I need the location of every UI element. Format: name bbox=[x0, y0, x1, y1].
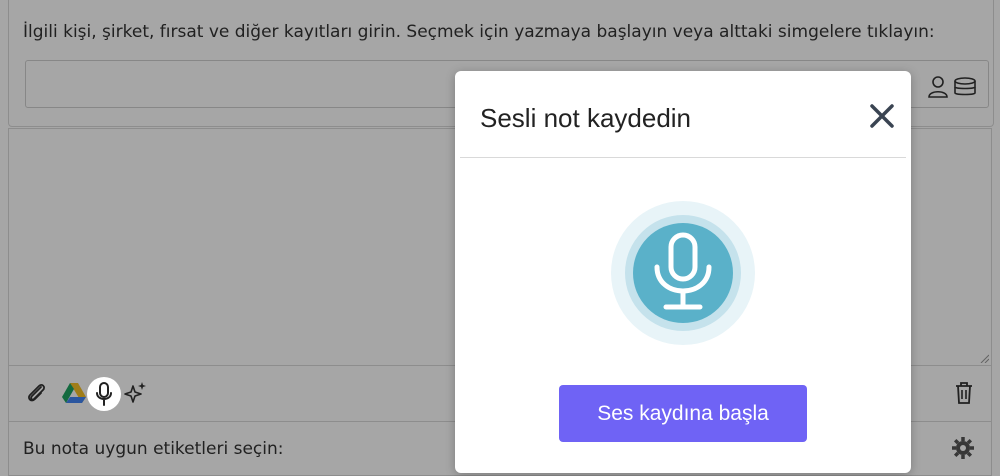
voice-note-modal: Sesli not kaydedin Ses kaydına başla bbox=[455, 71, 911, 473]
modal-divider bbox=[460, 157, 906, 158]
microphone-icon[interactable] bbox=[87, 377, 121, 411]
start-recording-button[interactable]: Ses kaydına başla bbox=[559, 385, 807, 442]
modal-title: Sesli not kaydedin bbox=[480, 103, 692, 133]
microphone-icon bbox=[611, 201, 755, 345]
close-icon[interactable] bbox=[867, 101, 897, 131]
